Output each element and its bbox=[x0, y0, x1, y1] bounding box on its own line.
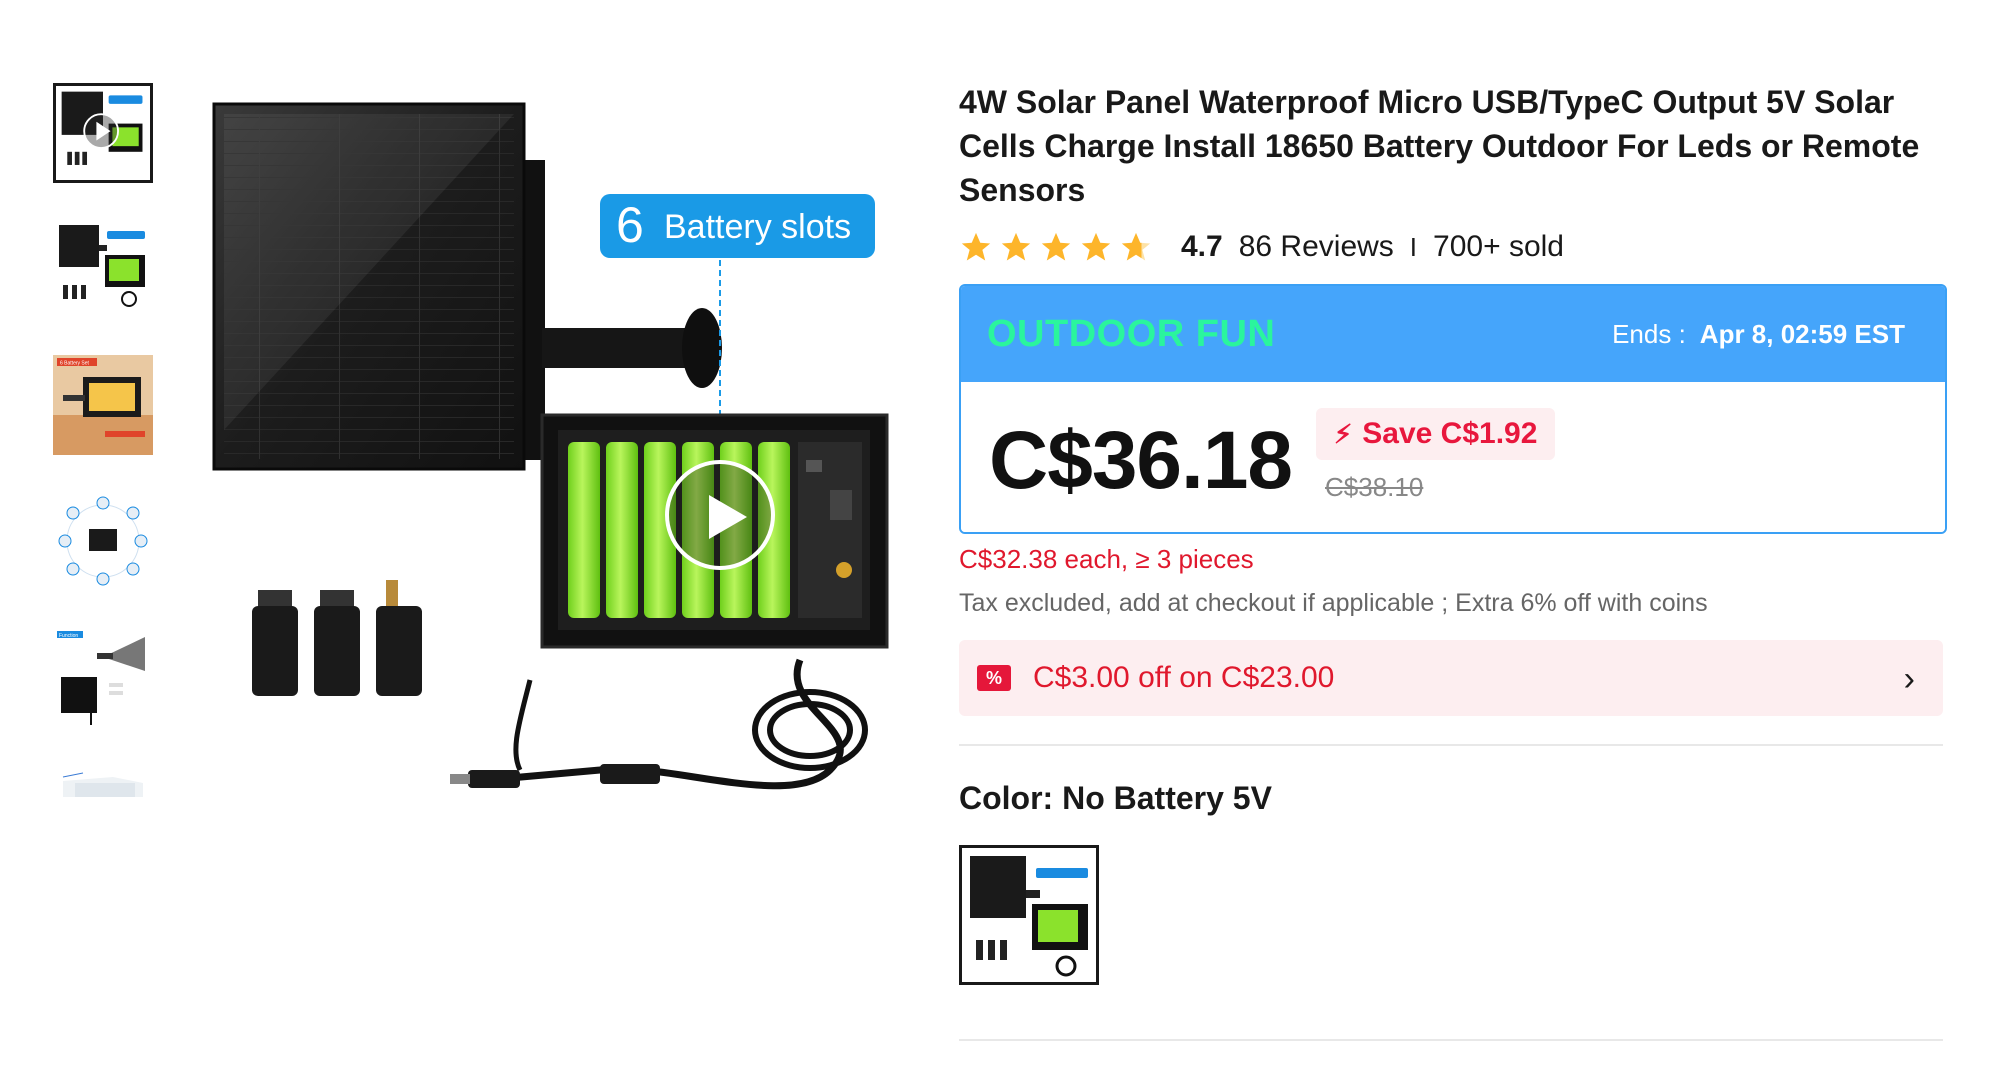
main-product-image[interactable]: 6 Battery slots bbox=[180, 70, 900, 800]
thumbnail-2-image bbox=[53, 219, 153, 319]
tax-note: Tax excluded, add at checkout if applica… bbox=[959, 589, 1708, 617]
swatch-image bbox=[962, 848, 1096, 982]
thumbnail-1[interactable] bbox=[53, 83, 153, 183]
current-price: C$36.18 bbox=[989, 415, 1293, 506]
save-amount: Save C$1.92 bbox=[1362, 417, 1538, 450]
color-value: No Battery 5V bbox=[1062, 780, 1272, 816]
play-video-button[interactable] bbox=[665, 460, 775, 570]
thumbnail-4-image bbox=[53, 491, 153, 591]
save-badge: ⚡︎ Save C$1.92 bbox=[1316, 408, 1556, 460]
coupon-icon: % bbox=[977, 665, 1011, 691]
thumbnail-2[interactable] bbox=[53, 219, 153, 319]
product-title: 4W Solar Panel Waterproof Micro USB/Type… bbox=[959, 84, 1920, 208]
divider bbox=[959, 744, 1943, 746]
thumbnail-5[interactable]: Function bbox=[53, 627, 153, 727]
color-label: Color: No Battery 5V bbox=[959, 780, 1949, 817]
thumbnail-5-caption: Function bbox=[59, 633, 78, 639]
thumbnail-3-image: 6 Battery Set bbox=[53, 355, 153, 455]
thumbnail-6-image bbox=[53, 763, 153, 797]
separator: I bbox=[1409, 231, 1418, 262]
bulk-price: C$32.38 each, ≥ 3 pieces bbox=[959, 544, 1254, 574]
callout-text: Battery slots bbox=[664, 208, 851, 246]
thumbnail-1-image bbox=[56, 86, 150, 180]
original-price: C$38.10 bbox=[1325, 472, 1424, 502]
promo-name: OUTDOOR FUN bbox=[987, 312, 1276, 355]
thumbnail-6[interactable] bbox=[53, 763, 153, 797]
sold-count: 700+ sold bbox=[1433, 230, 1564, 263]
reviews-link[interactable]: 86 Reviews bbox=[1239, 230, 1394, 264]
rating-row: 4.7 86 Reviews I 700+ sold bbox=[959, 230, 1949, 264]
lightning-icon: ⚡︎ bbox=[1334, 418, 1353, 449]
ends-value: Apr 8, 02:59 EST bbox=[1699, 318, 1905, 349]
play-icon bbox=[709, 495, 747, 539]
promo-header: OUTDOOR FUN Ends : Apr 8, 02:59 EST bbox=[961, 286, 1945, 382]
star-icon bbox=[1081, 232, 1111, 261]
color-swatch-no-battery-5v[interactable] bbox=[959, 845, 1099, 985]
coupon-text: C$3.00 off on C$23.00 bbox=[1033, 661, 1335, 694]
divider-bottom bbox=[959, 1039, 1943, 1041]
product-info-panel: 4W Solar Panel Waterproof Micro USB/Type… bbox=[959, 80, 1949, 1041]
rating-value: 4.7 bbox=[1181, 230, 1223, 263]
star-icon bbox=[961, 232, 991, 261]
adapter-plugs bbox=[252, 580, 422, 696]
thumbnail-4[interactable] bbox=[53, 491, 153, 591]
thumbnail-3[interactable]: 6 Battery Set bbox=[53, 355, 153, 455]
chevron-right-icon: › bbox=[1903, 660, 1915, 698]
thumbnail-5-image: Function bbox=[53, 627, 153, 727]
star-rating[interactable] bbox=[959, 230, 1159, 264]
star-icon bbox=[1041, 232, 1071, 261]
star-half-icon bbox=[1121, 232, 1151, 261]
price-box: C$36.18 ⚡︎ Save C$1.92 C$38.10 bbox=[961, 382, 1945, 532]
thumbnail-3-caption: 6 Battery Set bbox=[60, 361, 90, 367]
coupon-banner[interactable]: % C$3.00 off on C$23.00 › bbox=[959, 640, 1943, 716]
color-label-prefix: Color: bbox=[959, 780, 1063, 816]
solar-panel-kit-illustration: 6 Battery slots bbox=[212, 102, 889, 790]
callout-number: 6 bbox=[616, 197, 644, 253]
star-icon bbox=[1001, 232, 1031, 261]
promo-card: OUTDOOR FUN Ends : Apr 8, 02:59 EST C$36.… bbox=[959, 284, 1947, 534]
ends-label: Ends : bbox=[1612, 318, 1686, 349]
promo-ends: Ends : Apr 8, 02:59 EST bbox=[1612, 319, 1905, 350]
